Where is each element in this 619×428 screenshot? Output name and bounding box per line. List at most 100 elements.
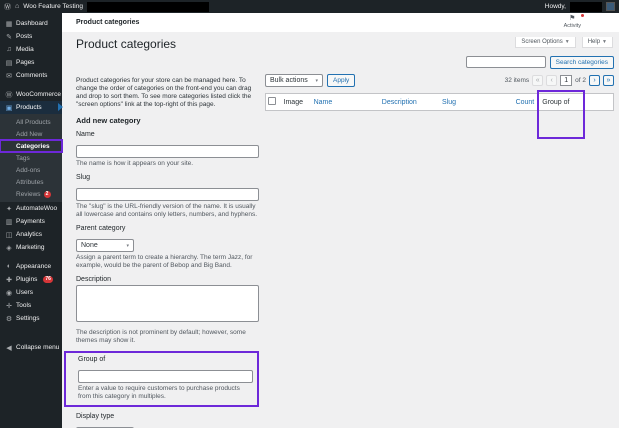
- sidebar-item-reviews[interactable]: Reviews2: [0, 188, 62, 200]
- sidebar-item-label: Attributes: [16, 179, 43, 186]
- sidebar-item-all-products[interactable]: All Products: [0, 116, 62, 128]
- sidebar-item-label: Users: [16, 289, 33, 296]
- description-label: Description: [76, 276, 259, 283]
- settings-icon: ⚙: [5, 315, 13, 323]
- sidebar-item-products[interactable]: ▣Products: [0, 101, 62, 114]
- sidebar-item-categories[interactable]: Categories: [0, 140, 62, 152]
- sidebar-item-attributes[interactable]: Attributes: [0, 176, 62, 188]
- help-label: Help: [588, 39, 600, 45]
- activity-button[interactable]: ⚑ Activity: [564, 15, 581, 29]
- automatewoo-icon: ✦: [5, 205, 13, 213]
- select-all-checkbox[interactable]: [268, 97, 276, 105]
- sidebar-item-label: Reviews: [16, 191, 41, 198]
- user-avatar[interactable]: [606, 2, 615, 11]
- last-page-button[interactable]: »: [603, 75, 614, 86]
- first-page-button: «: [532, 75, 543, 86]
- group-of-annotation-box: Group of Enter a value to require custom…: [64, 351, 259, 407]
- breadcrumb-bar: Product categories ⚑ Activity: [62, 13, 619, 32]
- dashboard-icon: ▦: [5, 20, 13, 28]
- parent-category-value: None: [81, 242, 98, 249]
- home-icon[interactable]: ⌂: [15, 3, 19, 10]
- sidebar-item-add-new[interactable]: Add New: [0, 128, 62, 140]
- search-input[interactable]: [466, 56, 546, 68]
- admin-bar: Ⓦ ⌂ Woo Feature Testing Howdy,: [0, 0, 619, 13]
- sidebar-item-analytics[interactable]: ◫Analytics: [0, 228, 62, 241]
- sidebar-item-label: Products: [16, 104, 42, 111]
- activity-flag-icon: ⚑: [564, 15, 581, 23]
- name-help: The name is how it appears on your site.: [76, 160, 259, 168]
- sidebar-item-label: Posts: [16, 33, 32, 40]
- sidebar-item-label: Analytics: [16, 231, 42, 238]
- sidebar-item-label: Dashboard: [16, 20, 48, 27]
- current-page-input[interactable]: 1: [560, 75, 572, 86]
- group-of-help: Enter a value to require customers to pu…: [78, 385, 253, 401]
- sidebar-item-payments[interactable]: ▥Payments: [0, 215, 62, 228]
- sidebar-item-tags[interactable]: Tags: [0, 152, 62, 164]
- sidebar-item-label: Comments: [16, 72, 47, 79]
- payments-icon: ▥: [5, 218, 13, 226]
- sidebar-item-label: WooCommerce: [16, 91, 61, 98]
- column-header-name[interactable]: Name: [312, 94, 380, 111]
- screen-options-button[interactable]: Screen Options ▼: [515, 37, 575, 48]
- next-page-button[interactable]: ›: [589, 75, 600, 86]
- chevron-down-icon: ▾: [315, 78, 318, 84]
- sidebar-item-collapse-menu[interactable]: ◀Collapse menu: [0, 341, 62, 354]
- bulk-actions-select[interactable]: Bulk actions ▾: [265, 74, 323, 87]
- parent-category-help: Assign a parent term to create a hierarc…: [76, 254, 259, 270]
- sidebar-item-automatewoo[interactable]: ✦AutomateWoo: [0, 202, 62, 215]
- parent-category-label: Parent category: [76, 225, 259, 232]
- sidebar-item-label: Collapse menu: [16, 344, 59, 351]
- slug-field[interactable]: [76, 188, 259, 201]
- site-name-link[interactable]: Woo Feature Testing: [23, 3, 83, 10]
- parent-category-select[interactable]: None ▾: [76, 239, 134, 252]
- apply-button[interactable]: Apply: [327, 74, 355, 87]
- description-field[interactable]: [76, 285, 259, 322]
- sidebar-item-label: Categories: [16, 143, 50, 150]
- description-help: The description is not prominent by defa…: [76, 329, 259, 345]
- sidebar-item-label: Tags: [16, 155, 30, 162]
- sidebar-item-add-ons[interactable]: Add-ons: [0, 164, 62, 176]
- intro-text: Product categories for your store can be…: [76, 77, 259, 109]
- name-field[interactable]: [76, 145, 259, 158]
- appearance-icon: ◐: [5, 263, 13, 270]
- column-header-slug[interactable]: Slug: [440, 94, 502, 111]
- column-header-count[interactable]: Count: [502, 94, 540, 111]
- sidebar-item-media[interactable]: ♫Media: [0, 43, 62, 56]
- sidebar-item-label: Add New: [16, 131, 42, 138]
- main-content: Product categories ⚑ Activity Screen Opt…: [62, 13, 619, 428]
- sidebar-item-woocommerce[interactable]: ⓌWooCommerce: [0, 88, 62, 101]
- collapse-icon: ◀: [5, 344, 13, 352]
- marketing-icon: ◈: [5, 244, 13, 252]
- column-header-image: Image: [282, 94, 312, 111]
- sidebar-item-tools[interactable]: ✛Tools: [0, 299, 62, 312]
- sidebar-item-dashboard[interactable]: ▦Dashboard: [0, 17, 62, 30]
- page-title: Product categories: [76, 37, 176, 51]
- column-header-description[interactable]: Description: [380, 94, 440, 111]
- activity-label: Activity: [564, 23, 581, 29]
- group-of-field[interactable]: [78, 370, 253, 383]
- items-count: 32 items: [505, 77, 530, 84]
- sidebar-item-users[interactable]: ◉Users: [0, 286, 62, 299]
- display-type-label: Display type: [76, 413, 259, 420]
- count-badge: 2: [44, 191, 51, 198]
- sidebar-item-label: Media: [16, 46, 34, 53]
- chevron-down-icon: ▾: [126, 243, 129, 249]
- products-submenu: All Products Add New Categories Tags Add-ons…: [0, 114, 62, 202]
- prev-page-button: ‹: [546, 75, 557, 86]
- search-categories-button[interactable]: Search categories: [550, 56, 614, 69]
- sidebar-item-comments[interactable]: ✉Comments: [0, 69, 62, 82]
- help-button[interactable]: Help ▼: [582, 37, 613, 48]
- wordpress-logo-icon[interactable]: Ⓦ: [4, 2, 11, 12]
- count-badge: 76: [43, 276, 53, 283]
- sidebar-item-pages[interactable]: ▤Pages: [0, 56, 62, 69]
- sidebar-item-posts[interactable]: ✎Posts: [0, 30, 62, 43]
- sidebar-item-appearance[interactable]: ◐Appearance: [0, 260, 62, 273]
- sidebar-item-label: All Products: [16, 119, 51, 126]
- sidebar-item-label: Plugins: [16, 276, 37, 283]
- notification-dot: [581, 14, 584, 17]
- sidebar-item-marketing[interactable]: ◈Marketing: [0, 241, 62, 254]
- sidebar-item-settings[interactable]: ⚙Settings: [0, 312, 62, 325]
- sidebar-item-plugins[interactable]: ✚Plugins76: [0, 273, 62, 286]
- chevron-down-icon: ▼: [565, 39, 570, 45]
- admin-sidebar: ▦Dashboard✎Posts♫Media▤Pages✉CommentsⓌWo…: [0, 13, 62, 428]
